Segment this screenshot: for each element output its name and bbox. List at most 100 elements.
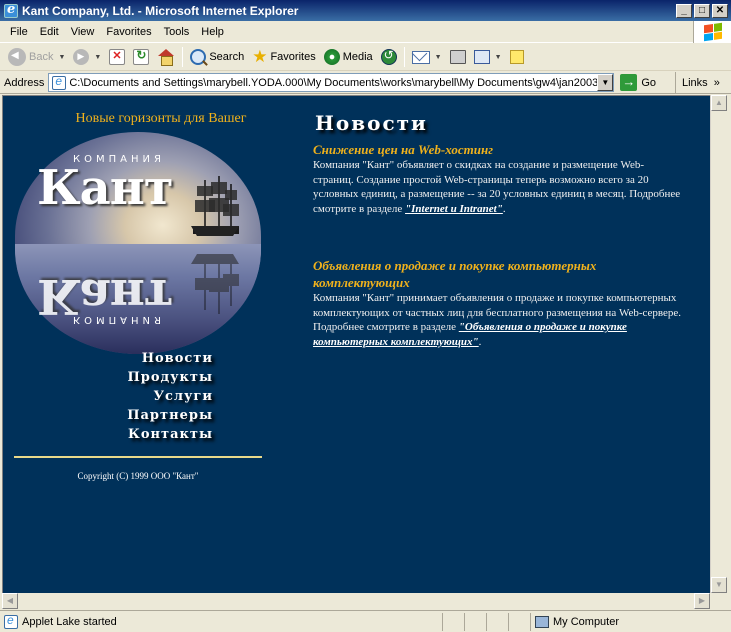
vertical-scrollbar[interactable]: ▲ ▼ bbox=[710, 95, 727, 593]
scroll-left-arrow-icon[interactable]: ◀ bbox=[2, 593, 18, 609]
news-heading: Новости bbox=[315, 111, 428, 135]
article-body: Компания "Кант" объявляет о скидках на с… bbox=[313, 158, 683, 216]
menu-tools[interactable]: Tools bbox=[158, 24, 196, 40]
address-input[interactable] bbox=[69, 74, 600, 91]
minimize-button[interactable]: _ bbox=[676, 3, 692, 18]
home-button[interactable] bbox=[153, 47, 179, 67]
home-icon bbox=[157, 49, 175, 66]
address-dropdown-button[interactable]: ▼ bbox=[597, 74, 614, 91]
menu-favorites[interactable]: Favorites bbox=[100, 24, 157, 40]
search-icon bbox=[190, 49, 207, 65]
mail-icon bbox=[411, 50, 430, 64]
horizontal-scrollbar[interactable]: ◀ ▶ bbox=[2, 593, 710, 609]
go-button[interactable]: → Go bbox=[620, 74, 656, 91]
nav-item-contacts[interactable]: Контакты bbox=[103, 425, 213, 444]
favorites-label: Favorites bbox=[270, 51, 316, 63]
media-label: Media bbox=[342, 51, 373, 63]
nav-item-services[interactable]: Услуги bbox=[103, 387, 213, 406]
article-title: Снижение цен на Web-хостинг bbox=[313, 142, 493, 157]
page-viewport: Новые горизонты для Вашег КОМПАНИЯ Кант … bbox=[2, 95, 710, 593]
site-slogan: Новые горизонты для Вашег bbox=[75, 111, 247, 126]
scroll-down-arrow-icon[interactable]: ▼ bbox=[711, 577, 727, 593]
go-arrow-icon: → bbox=[620, 74, 638, 91]
window-controls: _ □ ✕ bbox=[676, 3, 728, 18]
print-button[interactable] bbox=[446, 48, 470, 66]
menu-help[interactable]: Help bbox=[195, 24, 230, 40]
toolbar-separator bbox=[403, 47, 405, 67]
menu-edit[interactable]: Edit bbox=[34, 24, 65, 40]
stop-icon bbox=[109, 49, 126, 65]
links-label: Links bbox=[682, 76, 708, 89]
edit-page-icon bbox=[473, 50, 490, 64]
page-status-icon bbox=[4, 613, 18, 629]
back-label: Back bbox=[29, 51, 54, 63]
menu-file[interactable]: File bbox=[4, 24, 34, 40]
forward-button[interactable]: ▼ bbox=[69, 47, 105, 67]
close-button[interactable]: ✕ bbox=[712, 3, 728, 18]
windows-logo bbox=[693, 21, 731, 43]
company-logo: КОМПАНИЯ Кант Кант КОМПАНИЯ bbox=[15, 132, 261, 354]
ship-reflection bbox=[191, 254, 239, 314]
article-title: Объявления о продаже и покупке компьютер… bbox=[313, 258, 597, 290]
status-cell bbox=[442, 612, 464, 631]
stop-button[interactable] bbox=[105, 47, 129, 67]
search-label: Search bbox=[209, 51, 245, 63]
status-bar: Applet Lake started My Computer bbox=[0, 610, 731, 632]
article-tail: . bbox=[502, 202, 506, 215]
refresh-button[interactable] bbox=[129, 47, 153, 67]
news-article: Объявления о продаже и покупке компьютер… bbox=[313, 257, 683, 349]
menu-view[interactable]: View bbox=[65, 24, 101, 40]
back-button[interactable]: Back ▼ bbox=[4, 46, 69, 68]
back-arrow-icon bbox=[8, 48, 26, 66]
search-button[interactable]: Search bbox=[186, 47, 248, 67]
nav-item-products[interactable]: Продукты bbox=[103, 368, 213, 387]
address-bar: Address ▼ → Go Links » bbox=[0, 72, 731, 94]
status-cell bbox=[464, 612, 486, 631]
refresh-icon bbox=[133, 48, 150, 65]
maximize-button[interactable]: □ bbox=[694, 3, 710, 18]
history-icon bbox=[380, 48, 397, 65]
mail-button[interactable]: ▼ bbox=[408, 49, 446, 66]
toolbar-separator bbox=[182, 47, 184, 67]
article-link[interactable]: "Internet и Intranet" bbox=[405, 203, 503, 215]
title-bar: Kant Company, Ltd. - Microsoft Internet … bbox=[0, 0, 731, 21]
address-box: ▼ bbox=[48, 73, 615, 92]
logo-kompania-reflection: КОМПАНИЯ bbox=[73, 314, 165, 325]
chevron-down-icon[interactable]: ▼ bbox=[435, 54, 442, 61]
scroll-up-arrow-icon[interactable]: ▲ bbox=[711, 95, 727, 111]
links-button[interactable]: Links » bbox=[675, 72, 731, 93]
star-icon: ★ bbox=[252, 47, 268, 66]
security-zone: My Computer bbox=[530, 612, 680, 631]
chevron-down-icon[interactable]: ▼ bbox=[94, 54, 101, 61]
go-label: Go bbox=[641, 76, 657, 89]
ship-icon bbox=[191, 176, 239, 236]
discuss-button[interactable] bbox=[506, 48, 528, 66]
news-article: Снижение цен на Web-хостинг Компания "Ка… bbox=[313, 141, 683, 216]
history-button[interactable] bbox=[377, 47, 401, 67]
media-button[interactable]: Media bbox=[320, 47, 377, 67]
scroll-right-arrow-icon[interactable]: ▶ bbox=[694, 593, 710, 609]
nav-item-partners[interactable]: Партнеры bbox=[103, 406, 213, 425]
forward-arrow-icon bbox=[73, 49, 90, 65]
window-title: Kant Company, Ltd. - Microsoft Internet … bbox=[22, 3, 299, 18]
chevron-down-icon[interactable]: ▼ bbox=[58, 54, 65, 61]
article-tail: . bbox=[478, 335, 482, 348]
logo-wordmark: Кант bbox=[37, 160, 174, 216]
zone-label: My Computer bbox=[553, 615, 620, 628]
chevron-down-icon[interactable]: ▼ bbox=[495, 54, 502, 61]
site-navigation: Новости Продукты Услуги Партнеры Контакт… bbox=[103, 349, 213, 444]
status-cell bbox=[508, 612, 530, 631]
toolbar: Back ▼ ▼ Search ★ Favorites Media ▼ ▼ bbox=[0, 44, 731, 71]
address-label: Address bbox=[4, 76, 45, 89]
article-body: Компания "Кант" принимает объявления о п… bbox=[313, 291, 683, 349]
page-icon bbox=[52, 74, 67, 90]
status-text: Applet Lake started bbox=[22, 615, 117, 628]
edit-button[interactable]: ▼ bbox=[470, 48, 506, 66]
favorites-button[interactable]: ★ Favorites bbox=[248, 47, 320, 67]
note-icon bbox=[509, 50, 524, 64]
horizontal-divider bbox=[14, 456, 262, 458]
ie-icon bbox=[4, 2, 18, 18]
media-icon bbox=[323, 49, 340, 65]
scroll-corner bbox=[710, 593, 727, 609]
nav-item-news[interactable]: Новости bbox=[103, 349, 213, 368]
